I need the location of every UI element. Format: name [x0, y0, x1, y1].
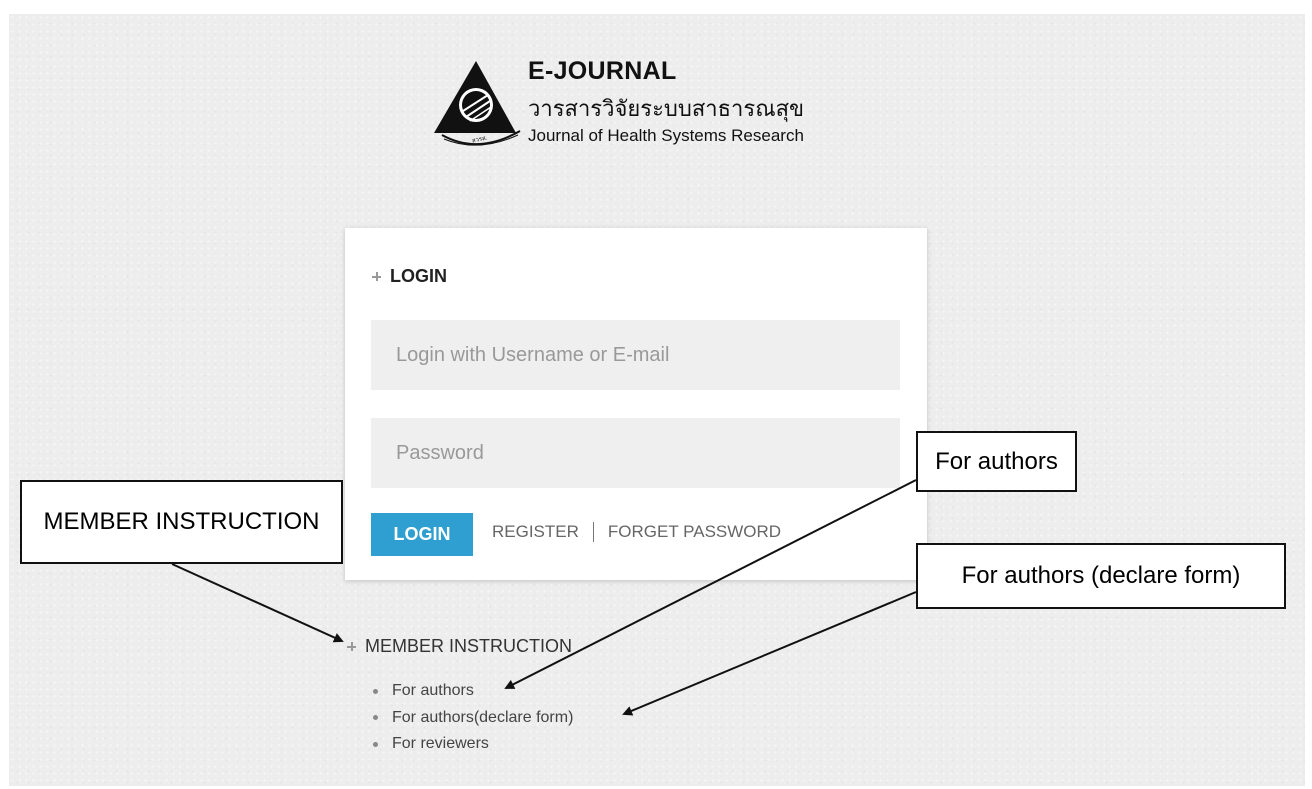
annotation-arrows [171, 479, 917, 716]
annotation-member-instruction: MEMBER INSTRUCTION [20, 480, 343, 564]
annotation-for-authors: For authors [916, 431, 1077, 492]
arrow-to-declare-form [622, 591, 917, 716]
annotation-for-authors-declare-form: For authors (declare form) [916, 543, 1286, 609]
arrow-to-for-authors [504, 479, 917, 689]
arrow-to-member-instruction [171, 563, 344, 643]
